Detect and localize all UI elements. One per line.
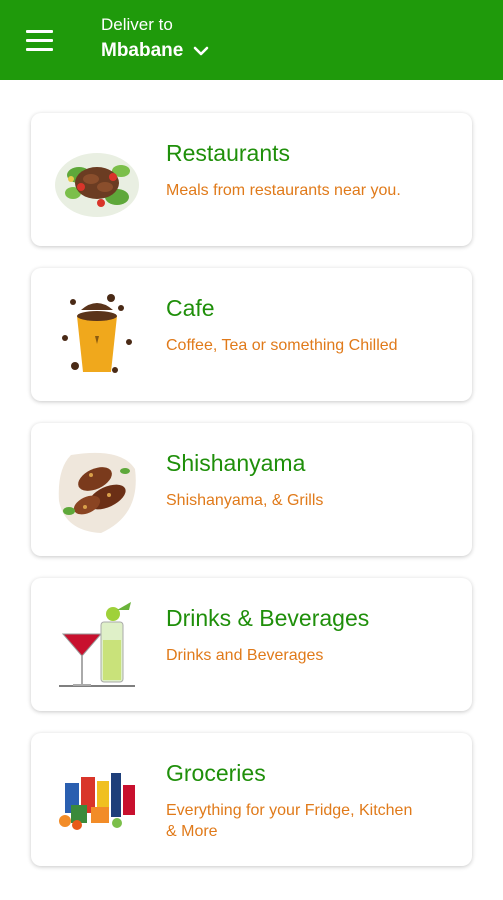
groceries-icon bbox=[59, 773, 135, 830]
location-name: Mbabane bbox=[101, 40, 184, 61]
salad-plate-icon bbox=[55, 153, 139, 217]
coffee-cup-icon bbox=[62, 294, 132, 373]
category-card-cafe[interactable]: Cafe Coffee, Tea or something Chilled bbox=[31, 268, 472, 401]
category-card-shishanyama[interactable]: Shishanyama Shishanyama, & Grills bbox=[31, 423, 472, 556]
category-description: Meals from restaurants near you. bbox=[166, 182, 401, 199]
category-list: Restaurants Meals from restaurants near … bbox=[31, 113, 472, 888]
category-card-restaurants[interactable]: Restaurants Meals from restaurants near … bbox=[31, 113, 472, 246]
category-card-groceries[interactable]: Groceries Everything for your Fridge, Ki… bbox=[31, 733, 472, 866]
category-card-drinks-beverages[interactable]: Drinks & Beverages Drinks and Beverages bbox=[31, 578, 472, 711]
category-description: Drinks and Beverages bbox=[166, 647, 324, 664]
deliver-to-label: Deliver to bbox=[101, 15, 173, 34]
category-title: Groceries bbox=[166, 760, 266, 786]
category-title: Cafe bbox=[166, 295, 215, 321]
hamburger-menu-icon[interactable] bbox=[26, 30, 54, 52]
category-title: Drinks & Beverages bbox=[166, 605, 370, 631]
app-header: Deliver to Mbabane bbox=[0, 0, 503, 80]
category-description: Shishanyama, & Grills bbox=[166, 492, 324, 509]
category-description: Coffee, Tea or something Chilled bbox=[166, 337, 398, 354]
grilled-meat-icon bbox=[58, 452, 136, 533]
chevron-down-icon bbox=[194, 46, 209, 56]
cocktail-glasses-icon bbox=[59, 602, 135, 687]
category-description: Everything for your Fridge, Kitchen & Mo… bbox=[166, 802, 413, 840]
category-title: Restaurants bbox=[166, 140, 291, 166]
location-selector[interactable]: Mbabane bbox=[101, 40, 209, 62]
category-title: Shishanyama bbox=[166, 450, 306, 476]
